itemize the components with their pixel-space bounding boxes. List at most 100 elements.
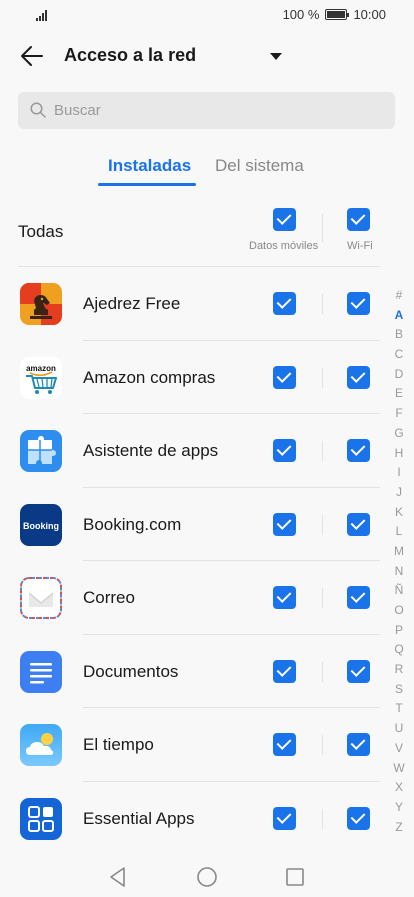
column-separator — [322, 367, 323, 388]
wifi-column-label: Wi-Fi — [347, 240, 373, 252]
mail-icon — [20, 577, 62, 619]
tab-bar: Instaladas Del sistema — [0, 154, 414, 190]
alphabet-letter[interactable]: P — [389, 621, 409, 641]
alphabet-letter[interactable]: K — [389, 503, 409, 523]
alphabet-letter[interactable]: E — [389, 384, 409, 404]
alphabet-letter[interactable]: L — [389, 522, 409, 542]
column-separator — [322, 514, 323, 535]
alphabet-letter[interactable]: U — [389, 719, 409, 739]
mobile-data-checkbox[interactable] — [273, 292, 296, 315]
app-name: Correo — [83, 588, 135, 607]
app-row-essential-apps: Essential Apps — [0, 782, 414, 856]
alphabet-letter[interactable]: J — [389, 483, 409, 503]
mobile-data-checkbox[interactable] — [273, 659, 296, 683]
chess-icon — [20, 283, 62, 325]
alphabet-index[interactable]: # A B C D E F G H I J K L M N Ñ O P Q R S T U V W X Y Z — [389, 286, 409, 837]
app-name: El tiempo — [83, 735, 154, 754]
battery-percent: 100 % — [282, 7, 320, 22]
back-arrow-icon[interactable] — [20, 44, 44, 68]
column-separator — [322, 735, 323, 755]
alphabet-letter[interactable]: Ñ — [389, 581, 409, 601]
app-row-asistente-de-apps: Asistente de apps — [0, 414, 414, 488]
select-all-mobile-data-checkbox[interactable] — [273, 208, 296, 231]
app-name: Ajedrez Free — [83, 294, 181, 313]
alphabet-letter[interactable]: X — [389, 778, 409, 798]
wifi-checkbox[interactable] — [347, 806, 370, 830]
column-separator — [322, 808, 323, 829]
wifi-checkbox[interactable] — [347, 733, 370, 756]
nav-back-icon[interactable] — [106, 865, 130, 889]
alphabet-letter[interactable]: # — [389, 286, 409, 306]
alphabet-letter[interactable]: H — [389, 444, 409, 464]
app-row-documentos: Documentos — [0, 635, 414, 708]
app-row-el-tiempo: El tiempo — [0, 708, 414, 782]
dropdown-arrow-icon[interactable] — [270, 53, 282, 60]
alphabet-letter[interactable]: T — [389, 699, 409, 719]
column-separator — [322, 441, 323, 461]
search-input[interactable] — [54, 92, 384, 129]
alphabet-letter[interactable]: W — [389, 759, 409, 779]
active-tab-indicator — [98, 183, 196, 186]
app-row-ajedrez-free: Ajedrez Free — [0, 267, 414, 341]
clock: 10:00 — [353, 7, 386, 22]
tab-installed[interactable]: Instaladas — [108, 156, 191, 176]
alphabet-letter[interactable]: N — [389, 562, 409, 582]
app-name: Amazon compras — [83, 367, 216, 387]
wifi-checkbox[interactable] — [347, 586, 370, 609]
mobile-data-checkbox[interactable] — [273, 586, 296, 609]
alphabet-letter[interactable]: Z — [389, 818, 409, 838]
booking-icon: Booking — [20, 503, 62, 546]
mobile-data-checkbox[interactable] — [273, 733, 296, 756]
alphabet-letter[interactable]: R — [389, 660, 409, 680]
wifi-checkbox[interactable] — [347, 512, 370, 536]
amazon-icon: amazon — [20, 356, 62, 399]
app-row-amazon-compras: amazon Amazon compras — [0, 341, 414, 414]
app-header: Acceso a la red — [0, 36, 414, 76]
alphabet-letter[interactable]: M — [389, 542, 409, 562]
app-list: Ajedrez Free amazon Amazon compras Asist… — [0, 267, 414, 857]
mobile-data-column-label: Datos móviles — [249, 240, 319, 252]
select-all-label: Todas — [18, 222, 64, 241]
alphabet-letter[interactable]: S — [389, 680, 409, 700]
select-all-wifi-checkbox[interactable] — [347, 208, 370, 231]
mobile-data-checkbox[interactable] — [273, 806, 296, 830]
app-name: Booking.com — [83, 514, 182, 534]
wifi-checkbox[interactable] — [347, 365, 370, 389]
status-right: 100 % 10:00 — [283, 7, 386, 22]
signal-icon — [36, 10, 47, 21]
tab-system[interactable]: Del sistema — [215, 156, 304, 176]
app-name: Asistente de apps — [83, 441, 219, 460]
search-bar[interactable] — [18, 92, 395, 129]
grid-apps-icon — [20, 797, 62, 840]
alphabet-letter[interactable]: Y — [389, 798, 409, 818]
booking-icon-text: Booking — [23, 521, 59, 531]
column-separator — [322, 661, 323, 682]
app-row-correo: Correo — [0, 561, 414, 635]
app-row-booking: Booking Booking.com — [0, 488, 414, 561]
mobile-data-checkbox[interactable] — [273, 365, 296, 389]
alphabet-letter[interactable]: Q — [389, 640, 409, 660]
alphabet-letter[interactable]: D — [389, 365, 409, 385]
mobile-data-checkbox[interactable] — [273, 439, 296, 462]
alphabet-letter[interactable]: A — [389, 306, 409, 326]
nav-home-icon[interactable] — [195, 865, 219, 889]
alphabet-letter[interactable]: B — [389, 325, 409, 345]
puzzle-icon — [20, 430, 62, 472]
alphabet-letter[interactable]: G — [389, 424, 409, 444]
wifi-checkbox[interactable] — [347, 439, 370, 462]
alphabet-letter[interactable]: F — [389, 404, 409, 424]
app-name: Documentos — [83, 661, 179, 681]
app-name: Essential Apps — [83, 808, 195, 828]
wifi-checkbox[interactable] — [347, 659, 370, 683]
nav-recents-icon[interactable] — [283, 865, 307, 889]
alphabet-letter[interactable]: C — [389, 345, 409, 365]
alphabet-letter[interactable]: V — [389, 739, 409, 759]
alphabet-letter[interactable]: O — [389, 601, 409, 621]
alphabet-letter[interactable]: I — [389, 463, 409, 483]
status-bar: 100 % 10:00 — [0, 0, 414, 30]
battery-icon — [325, 9, 350, 20]
column-separator — [322, 588, 323, 608]
weather-icon — [20, 724, 62, 766]
wifi-checkbox[interactable] — [347, 292, 370, 315]
mobile-data-checkbox[interactable] — [273, 512, 296, 536]
